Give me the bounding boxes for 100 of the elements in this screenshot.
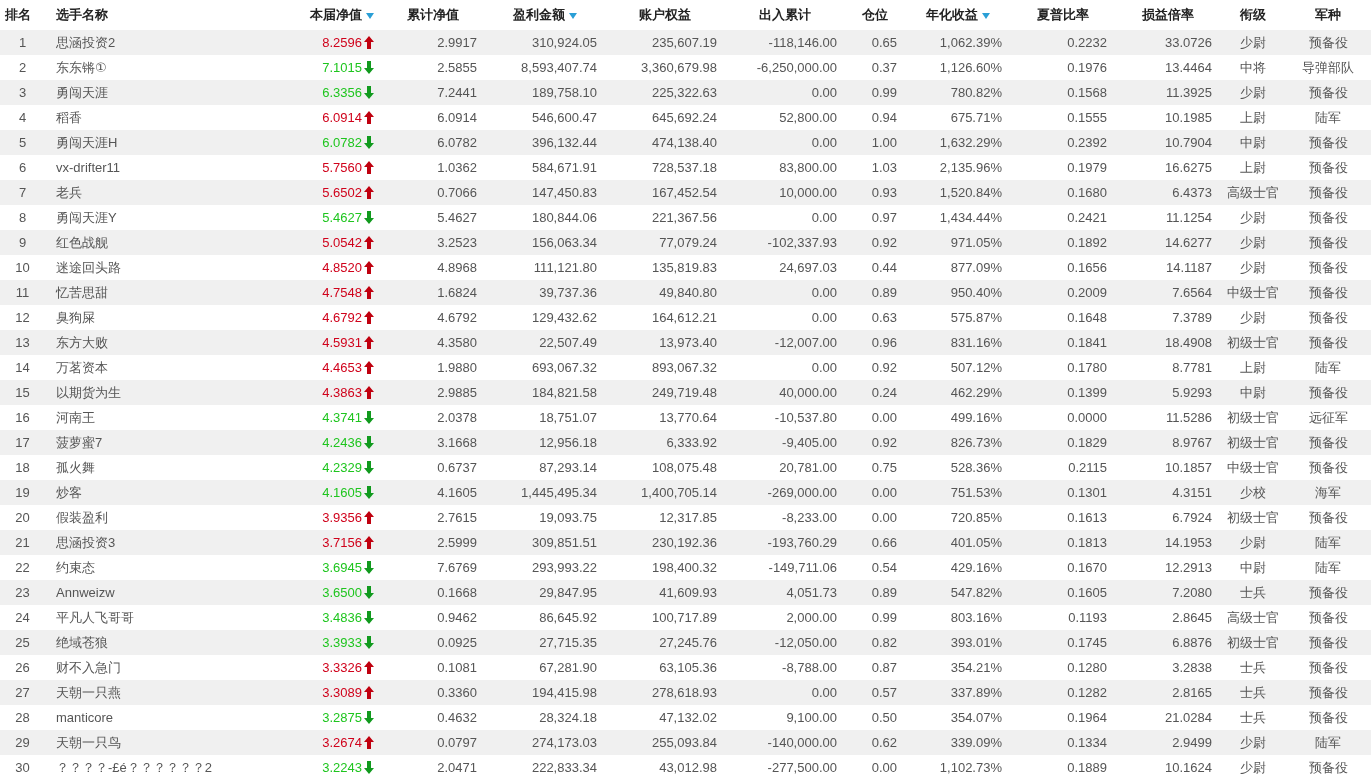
rank-title-cell: 初级士官 <box>1226 434 1279 450</box>
player-name: 东方大败 <box>56 334 108 350</box>
table-cell: 221,367.56 <box>651 210 717 225</box>
table-cell: 401.05% <box>950 535 1002 550</box>
table-cell: 194,415.98 <box>531 685 597 700</box>
table-cell: 7.2441 <box>437 85 477 100</box>
net-value-cell: 4.7548 <box>322 285 362 300</box>
table-cell: 2.9499 <box>1172 735 1212 750</box>
player-name: 约束态 <box>56 559 95 575</box>
player-name: 勇闯天涯Y <box>56 209 117 225</box>
table-cell: 4,051.73 <box>786 585 837 600</box>
rank-title-cell: 少尉 <box>1239 309 1266 325</box>
rank-title-cell: 少尉 <box>1239 209 1266 225</box>
table-cell: 0.62 <box>871 735 897 750</box>
rank-cell: 27 <box>15 685 30 700</box>
table-cell: 8.9767 <box>1172 435 1212 450</box>
table-cell: 0.2392 <box>1067 135 1107 150</box>
table-cell: 499.16% <box>950 410 1002 425</box>
table-cell: 0.0925 <box>437 635 477 650</box>
table-cell: 429.16% <box>950 560 1002 575</box>
table-cell: 13.4464 <box>1165 60 1212 75</box>
table-cell: 41,609.93 <box>659 585 717 600</box>
branch-cell: 预备役 <box>1308 684 1348 700</box>
rank-cell: 1 <box>18 35 27 50</box>
rank-cell: 19 <box>15 485 30 500</box>
branch-cell: 预备役 <box>1308 384 1348 400</box>
table-cell: 7.6769 <box>437 560 477 575</box>
table-cell: 675.71% <box>950 110 1002 125</box>
table-cell: 0.97 <box>871 210 897 225</box>
branch-cell: 预备役 <box>1308 759 1348 775</box>
player-name: 菠萝蜜7 <box>56 434 103 450</box>
table-cell: 2.9885 <box>437 385 477 400</box>
table-cell: -118,146.00 <box>768 35 837 50</box>
table-cell: 7.3789 <box>1172 310 1212 325</box>
rank-cell: 28 <box>15 710 30 725</box>
net-value-cell: 3.4836 <box>322 610 362 625</box>
table-cell: 6.0914 <box>437 110 477 125</box>
table-cell: 0.00 <box>811 210 837 225</box>
player-name: 炒客 <box>56 484 82 500</box>
table-cell: 11.5286 <box>1165 410 1212 425</box>
branch-cell: 海军 <box>1315 484 1341 500</box>
table-cell: 4.1605 <box>437 485 477 500</box>
branch-cell: 导弹部队 <box>1302 59 1354 75</box>
table-cell: 6.7924 <box>1172 510 1212 525</box>
table-cell: 14.6277 <box>1165 235 1212 250</box>
table-cell: 0.00 <box>811 310 837 325</box>
branch-cell: 陆军 <box>1315 734 1341 750</box>
player-name: 思涵投资3 <box>56 534 116 550</box>
rank-title-cell: 初级士官 <box>1226 509 1279 525</box>
rank-title-cell: 上尉 <box>1239 109 1266 125</box>
table-cell: 0.65 <box>871 35 897 50</box>
table-cell: 4.3580 <box>437 335 477 350</box>
table-cell: 310,924.05 <box>531 35 597 50</box>
table-cell: 2.0378 <box>437 410 477 425</box>
table-cell: 27,245.76 <box>659 635 717 650</box>
net-value-cell: 4.3863 <box>322 385 362 400</box>
player-name: 天朝一只鸟 <box>56 734 121 750</box>
table-cell: 87,293.14 <box>539 460 597 475</box>
table-cell: 0.57 <box>871 685 897 700</box>
table-cell: 6.4373 <box>1172 185 1212 200</box>
rank-title-cell: 少尉 <box>1239 234 1266 250</box>
table-cell: 0.75 <box>871 460 897 475</box>
table-cell: 293,993.22 <box>531 560 597 575</box>
table-cell: 0.3360 <box>437 685 477 700</box>
column-header: 账户权益 <box>639 7 691 22</box>
player-name: vx-drifter11 <box>56 160 121 175</box>
table-cell: 0.1680 <box>1067 185 1107 200</box>
table-cell: 0.1301 <box>1067 485 1107 500</box>
table-cell: 546,600.47 <box>531 110 597 125</box>
branch-cell: 预备役 <box>1308 184 1348 200</box>
column-header[interactable]: 本届净值 <box>310 6 374 24</box>
table-cell: 0.82 <box>871 635 897 650</box>
table-cell: 111,121.80 <box>533 260 597 275</box>
table-cell: 5.4627 <box>437 210 477 225</box>
table-cell: 20,781.00 <box>779 460 837 475</box>
table-cell: 7.2080 <box>1172 585 1212 600</box>
table-cell: 3.1668 <box>437 435 477 450</box>
table-cell: 393.01% <box>950 635 1002 650</box>
rank-cell: 8 <box>18 210 27 225</box>
table-cell: 0.00 <box>811 360 837 375</box>
table-cell: 255,093.84 <box>651 735 717 750</box>
table-cell: -193,760.29 <box>767 535 837 550</box>
rank-title-cell: 初级士官 <box>1226 409 1279 425</box>
table-cell: 278,618.93 <box>651 685 717 700</box>
table-cell: 0.99 <box>871 85 897 100</box>
table-cell: 831.16% <box>950 335 1002 350</box>
table-cell: -140,000.00 <box>767 735 837 750</box>
table-cell: 0.1555 <box>1067 110 1107 125</box>
table-cell: 12.2913 <box>1165 560 1212 575</box>
rank-title-cell: 中将 <box>1239 59 1266 75</box>
column-header[interactable]: 年化收益 <box>925 7 990 22</box>
rank-cell: 12 <box>15 310 30 325</box>
rank-cell: 15 <box>15 385 30 400</box>
player-name: ？？？？-£é？？？？？？2 <box>56 759 213 775</box>
player-name: 河南王 <box>56 409 95 425</box>
branch-cell: 陆军 <box>1315 559 1341 575</box>
table-cell: 21.0284 <box>1165 710 1212 725</box>
column-header[interactable]: 盈利金额 <box>513 7 577 22</box>
table-cell: 1,102.73% <box>939 760 1002 775</box>
net-value-cell: 5.7560 <box>322 160 362 175</box>
